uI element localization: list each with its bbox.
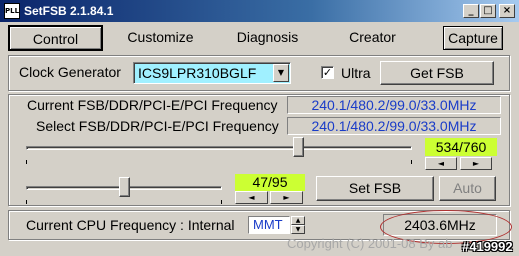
cpu-frequency-value: 2403.6MHz [383, 214, 497, 236]
arrow-right-icon: ► [283, 193, 290, 202]
tab-customize[interactable]: Customize [113, 25, 208, 51]
fsb-decrement-button[interactable]: ◄ [425, 157, 457, 170]
fsb-increment-button[interactable]: ► [460, 157, 492, 170]
select-frequency-label: Select FSB/DDR/PCI-E/PCI Frequency [36, 118, 279, 134]
mode-up-button[interactable]: ▲ [291, 216, 305, 225]
pcie-increment-button[interactable]: ► [270, 191, 303, 204]
fsb-counter: 534/760 [425, 138, 497, 156]
arrow-down-icon: ▼ [295, 226, 301, 233]
watermark-text: #419992 [462, 239, 513, 254]
tab-capture[interactable]: Capture [443, 26, 503, 50]
tab-diagnosis[interactable]: Diagnosis [220, 25, 315, 51]
fsb-slider-thumb[interactable] [293, 137, 304, 157]
cpu-frequency-label: Current CPU Frequency : Internal [26, 217, 235, 233]
arrow-up-icon: ▲ [295, 217, 301, 224]
pcie-counter: 47/95 [235, 174, 305, 191]
minimize-button[interactable]: _ [463, 4, 479, 18]
clock-generator-value: ICS9LPR310BGLF [138, 65, 257, 81]
close-button[interactable]: × [499, 4, 515, 18]
slider-tick [26, 160, 27, 164]
cpu-mode-field[interactable]: MMT [248, 216, 290, 234]
chevron-down-icon[interactable]: ▼ [273, 64, 289, 82]
arrow-left-icon: ◄ [248, 193, 255, 202]
select-frequency-value: 240.1/480.2/99.0/33.0MHz [287, 117, 501, 135]
pcie-slider-thumb[interactable] [119, 177, 130, 197]
fsb-slider-track [26, 146, 412, 150]
mode-down-button[interactable]: ▼ [291, 225, 305, 234]
arrow-right-icon: ► [472, 159, 480, 168]
slider-tick [221, 200, 222, 204]
set-fsb-button[interactable]: Set FSB [316, 176, 434, 201]
maximize-button[interactable]: □ [480, 4, 496, 18]
window-title: SetFSB 2.1.84.1 [24, 4, 114, 18]
app-icon: PLL [4, 3, 20, 19]
title-bar: PLL SetFSB 2.1.84.1 _ □ × [0, 0, 519, 22]
slider-tick [26, 200, 27, 204]
ultra-label: Ultra [341, 65, 371, 81]
pcie-slider[interactable] [26, 177, 222, 206]
current-frequency-value: 240.1/480.2/99.0/33.0MHz [287, 96, 501, 114]
tab-control[interactable]: Control [8, 25, 103, 51]
ultra-checkbox[interactable]: ✓ [321, 66, 334, 79]
current-frequency-label: Current FSB/DDR/PCI-E/PCI Frequency [27, 97, 278, 113]
clock-generator-select[interactable]: ICS9LPR310BGLF ▼ [133, 62, 291, 84]
get-fsb-button[interactable]: Get FSB [380, 61, 494, 85]
copyright-text: Copyright (C) 2001-08 By ab [287, 236, 453, 251]
tab-creator[interactable]: Creator [325, 25, 420, 51]
slider-tick [411, 160, 412, 164]
pcie-decrement-button[interactable]: ◄ [235, 191, 268, 204]
fsb-slider[interactable] [26, 137, 412, 170]
clock-generator-label: Clock Generator [19, 64, 121, 80]
arrow-left-icon: ◄ [437, 159, 445, 168]
auto-button[interactable]: Auto [439, 176, 496, 201]
